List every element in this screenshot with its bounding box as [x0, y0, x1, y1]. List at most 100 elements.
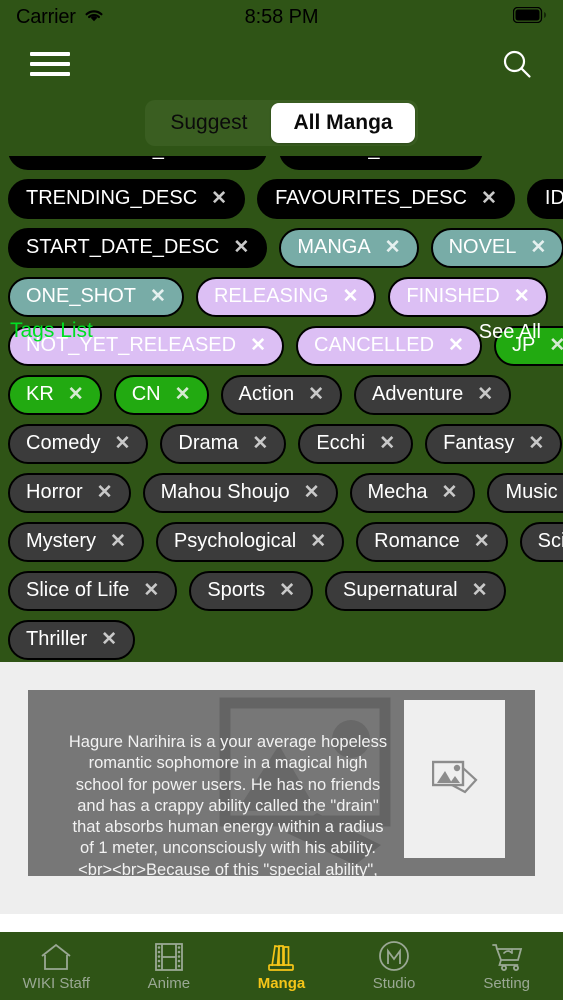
close-icon[interactable]: ✕: [549, 336, 563, 355]
close-icon[interactable]: ✕: [472, 581, 488, 600]
filter-chip-sci-fi[interactable]: Sci-Fi✕: [519, 522, 563, 562]
filter-chip-mecha[interactable]: Mecha ✕: [349, 473, 476, 513]
close-icon[interactable]: ✕: [385, 238, 401, 257]
filter-chip-label: Sci-Fi: [537, 530, 563, 552]
close-icon[interactable]: ✕: [342, 287, 358, 306]
filter-chip-score-desc[interactable]: SCORE_DESC ✕: [279, 156, 484, 170]
close-icon[interactable]: ✕: [279, 581, 295, 600]
image-placeholder-icon: [431, 758, 478, 801]
filter-chip-horror[interactable]: Horror ✕: [8, 473, 131, 513]
close-icon[interactable]: ✕: [477, 385, 493, 404]
filter-chip-ecchi[interactable]: Ecchi ✕: [298, 424, 414, 464]
tab-item-wiki-staff[interactable]: WIKI Staff: [0, 942, 113, 991]
filter-chip-row: Mystery ✕ Psychological ✕ Romance ✕ Sci-Fi✕: [8, 522, 563, 562]
filter-chip-row: TRENDING_DESC ✕ FAVOURITES_DESC ✕ ID_DESC✕: [8, 179, 563, 219]
battery-icon: [512, 6, 547, 28]
close-icon[interactable]: ✕: [442, 483, 458, 502]
filter-chip-thriller[interactable]: Thriller ✕: [8, 620, 136, 660]
filter-chip-row: START_DATE_DESC ✕ MANGA ✕ NOVEL ✕: [8, 228, 563, 268]
filter-chip-favourites-desc[interactable]: FAVOURITES_DESC ✕: [257, 179, 515, 219]
close-icon[interactable]: ✕: [474, 532, 490, 551]
close-icon[interactable]: ✕: [150, 287, 166, 306]
filter-chip-label: NOT_YET_RELEASED: [26, 334, 237, 356]
close-icon[interactable]: ✕: [143, 581, 159, 600]
filter-chip-romance[interactable]: Romance ✕: [356, 522, 508, 562]
tab-item-label: Studio: [372, 974, 416, 992]
filter-chip-kr[interactable]: KR ✕: [8, 375, 102, 415]
filter-chip-id-desc[interactable]: ID_DESC✕: [526, 179, 563, 219]
filter-chip-cancelled[interactable]: CANCELLED ✕: [296, 326, 482, 366]
filter-chip-label: CANCELLED: [314, 334, 435, 356]
close-icon[interactable]: ✕: [530, 238, 546, 257]
filter-chip-start-date-desc[interactable]: START_DATE_DESC ✕: [8, 228, 268, 268]
filter-chip-action[interactable]: Action ✕: [220, 375, 343, 415]
filter-chip-label: Romance: [374, 530, 460, 552]
filter-chip-label: MANGA: [297, 236, 371, 258]
filter-chip-mahou-shoujo[interactable]: Mahou Shoujo ✕: [142, 473, 338, 513]
search-icon[interactable]: [499, 46, 535, 82]
filter-chip-psychological[interactable]: Psychological ✕: [155, 522, 345, 562]
close-icon[interactable]: ✕: [233, 156, 249, 159]
hamburger-menu-icon[interactable]: [30, 50, 70, 78]
filter-chip-label: Comedy: [26, 432, 101, 454]
filter-chip-fantasy[interactable]: Fantasy ✕: [425, 424, 563, 464]
filter-chip-slice-of-life[interactable]: Slice of Life ✕: [8, 571, 178, 611]
filter-chip-finished[interactable]: FINISHED ✕: [388, 277, 548, 317]
filter-chips-scroll-area[interactable]: POPULARITY_DESC✕SCORE_DESC✕TRENDING_DESC…: [0, 156, 563, 662]
status-bar-right: [512, 6, 547, 28]
filter-chip-cn[interactable]: CN ✕: [113, 375, 209, 415]
filter-chip-music[interactable]: Music✕: [487, 473, 563, 513]
filter-chip-one-shot[interactable]: ONE_SHOT ✕: [8, 277, 184, 317]
filter-chip-label: SCORE_DESC: [297, 156, 435, 161]
close-icon[interactable]: ✕: [481, 189, 497, 208]
close-icon[interactable]: ✕: [449, 156, 465, 159]
media-cover-thumbnail[interactable]: [404, 700, 505, 858]
close-icon[interactable]: ✕: [379, 434, 395, 453]
filter-chip-releasing[interactable]: RELEASING ✕: [195, 277, 377, 317]
close-icon[interactable]: ✕: [97, 483, 113, 502]
filter-chip-adventure[interactable]: Adventure ✕: [354, 375, 512, 415]
tab-suggest[interactable]: Suggest: [148, 103, 269, 143]
filter-chip-label: Supernatural: [343, 579, 458, 601]
close-icon[interactable]: ✕: [175, 385, 191, 404]
filter-chip-manga[interactable]: MANGA ✕: [279, 228, 419, 268]
filter-chip-label: NOVEL: [448, 236, 517, 258]
close-icon[interactable]: ✕: [252, 434, 268, 453]
filter-chip-mystery[interactable]: Mystery ✕: [8, 522, 144, 562]
close-icon[interactable]: ✕: [114, 434, 130, 453]
close-icon[interactable]: ✕: [310, 532, 326, 551]
close-icon[interactable]: ✕: [528, 434, 544, 453]
filter-chip-popularity-desc[interactable]: POPULARITY_DESC ✕: [8, 156, 268, 170]
filter-chip-label: Horror: [26, 481, 83, 503]
close-icon[interactable]: ✕: [448, 336, 464, 355]
close-icon[interactable]: ✕: [110, 532, 126, 551]
filter-chip-row: ONE_SHOT ✕ RELEASING ✕ FINISHED ✕: [8, 277, 555, 317]
filter-chip-label: Action: [238, 383, 295, 405]
close-icon[interactable]: ✕: [308, 385, 324, 404]
tab-item-studio[interactable]: Studio: [338, 940, 451, 992]
filter-chip-sports[interactable]: Sports ✕: [189, 571, 314, 611]
filter-chip-not-yet-released[interactable]: NOT_YET_RELEASED ✕: [8, 326, 284, 366]
filter-chip-label: Music: [505, 481, 558, 503]
close-icon[interactable]: ✕: [211, 189, 227, 208]
filter-chip-comedy[interactable]: Comedy ✕: [8, 424, 149, 464]
filter-chip-label: POPULARITY_DESC: [26, 156, 219, 161]
media-card[interactable]: Hagure Narihira is a your average hopele…: [28, 690, 535, 876]
studio-monogram-icon: [378, 940, 410, 972]
tab-item-anime[interactable]: Anime: [113, 942, 226, 991]
close-icon[interactable]: ✕: [514, 287, 530, 306]
close-icon[interactable]: ✕: [101, 630, 117, 649]
filter-chip-novel[interactable]: NOVEL ✕: [430, 228, 563, 268]
close-icon[interactable]: ✕: [68, 385, 84, 404]
close-icon[interactable]: ✕: [233, 238, 249, 257]
tab-item-setting[interactable]: Setting: [450, 942, 563, 991]
close-icon[interactable]: ✕: [250, 336, 266, 355]
filter-chip-drama[interactable]: Drama ✕: [160, 424, 287, 464]
filter-chip-trending-desc[interactable]: TRENDING_DESC ✕: [8, 179, 246, 219]
filter-chip-label: Slice of Life: [26, 579, 130, 601]
close-icon[interactable]: ✕: [304, 483, 320, 502]
tab-item-manga[interactable]: Manga: [225, 942, 338, 991]
see-all-link[interactable]: See All: [479, 321, 541, 344]
filter-chip-supernatural[interactable]: Supernatural ✕: [325, 571, 506, 611]
tab-all-manga[interactable]: All Manga: [271, 103, 415, 143]
